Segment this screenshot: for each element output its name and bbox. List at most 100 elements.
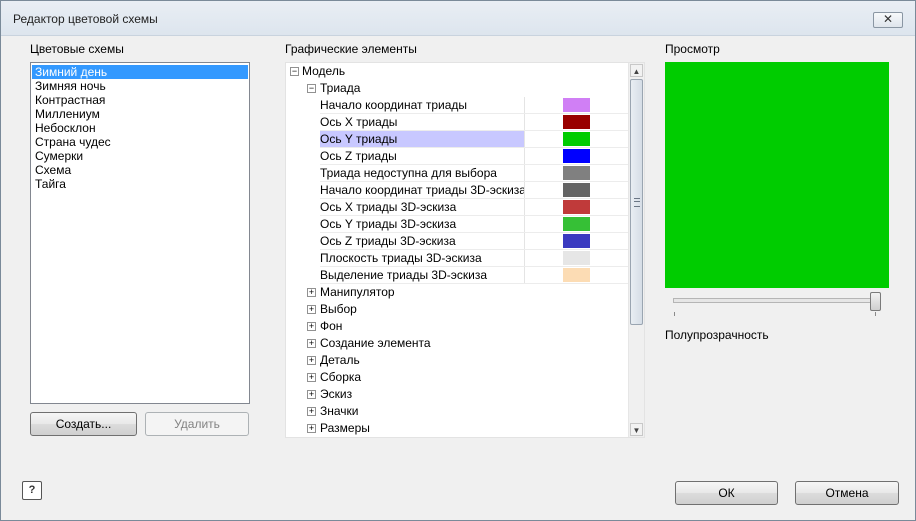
- tree-leaf-row[interactable]: Ось Z триады 3D-эскиза: [286, 233, 644, 250]
- tree-leaf-row[interactable]: Ось X триады: [286, 114, 644, 131]
- scheme-list-item[interactable]: Контрастная: [32, 93, 248, 107]
- tree-leaf-label: Ось Z триады: [320, 149, 397, 163]
- color-swatch[interactable]: [563, 98, 590, 112]
- color-swatch[interactable]: [563, 217, 590, 231]
- tree-node-label: Фон: [320, 319, 343, 333]
- tree-node-label: Значки: [320, 404, 359, 418]
- tree-node-collapsed[interactable]: + Сборка: [286, 369, 644, 386]
- tree-node-model[interactable]: − Модель: [286, 63, 644, 80]
- transparency-label: Полупрозрачность: [665, 328, 769, 342]
- collapse-icon[interactable]: −: [290, 67, 299, 76]
- column-separator: [524, 148, 525, 165]
- transparency-slider-track[interactable]: [673, 298, 881, 303]
- tree-leaf-label: Начало координат триады 3D-эскиза: [320, 183, 524, 197]
- expand-icon[interactable]: +: [307, 390, 316, 399]
- schemes-listbox[interactable]: Зимний день Зимняя ночь Контрастная Миллени…: [30, 62, 250, 404]
- column-separator: [524, 199, 525, 216]
- tree-node-collapsed[interactable]: + Эскиз: [286, 386, 644, 403]
- elements-label: Графические элементы: [285, 42, 417, 56]
- color-swatch[interactable]: [563, 268, 590, 282]
- title-bar: Редактор цветовой схемы ✕: [1, 1, 915, 36]
- color-swatch[interactable]: [563, 251, 590, 265]
- tree-node-label: Модель: [302, 64, 346, 78]
- tree-node-triad[interactable]: − Триада: [286, 80, 644, 97]
- ok-button[interactable]: ОК: [675, 481, 778, 505]
- tree-node-collapsed[interactable]: + Создание элемента: [286, 335, 644, 352]
- column-separator: [524, 114, 525, 131]
- expand-icon[interactable]: +: [307, 407, 316, 416]
- close-button[interactable]: ✕: [873, 12, 903, 28]
- tree-node-label: Выбор: [320, 302, 357, 316]
- expand-icon[interactable]: +: [307, 339, 316, 348]
- help-icon[interactable]: ?: [22, 481, 42, 500]
- color-scheme-editor-dialog: Редактор цветовой схемы ✕ Цветовые схемы…: [0, 0, 916, 521]
- column-separator: [524, 233, 525, 250]
- tree-node-collapsed[interactable]: + Фон: [286, 318, 644, 335]
- tree-leaf-row[interactable]: Ось Z триады: [286, 148, 644, 165]
- color-swatch[interactable]: [563, 132, 590, 146]
- expand-icon[interactable]: +: [307, 322, 316, 331]
- scheme-list-item[interactable]: Схема: [32, 163, 248, 177]
- tree-leaf-row[interactable]: Плоскость триады 3D-эскиза: [286, 250, 644, 267]
- scheme-list-item[interactable]: Тайга: [32, 177, 248, 191]
- expand-icon[interactable]: +: [307, 373, 316, 382]
- color-swatch[interactable]: [563, 200, 590, 214]
- tree-node-label: Деталь: [320, 353, 360, 367]
- tree-leaf-label: Начало координат триады: [320, 98, 468, 112]
- scheme-list-item[interactable]: Миллениум: [32, 107, 248, 121]
- tree-leaf-row[interactable]: Ось X триады 3D-эскиза: [286, 199, 644, 216]
- scheme-list-item[interactable]: Зимняя ночь: [32, 79, 248, 93]
- column-separator: [524, 250, 525, 267]
- color-swatch[interactable]: [563, 183, 590, 197]
- column-separator: [524, 182, 525, 199]
- slider-tick: [674, 312, 675, 316]
- color-swatch[interactable]: [563, 166, 590, 180]
- tree-scrollbar[interactable]: ▲ ▼: [628, 63, 644, 437]
- color-swatch[interactable]: [563, 149, 590, 163]
- scroll-down-icon[interactable]: ▼: [630, 423, 643, 436]
- tree-leaf-row[interactable]: Ось Y триады 3D-эскиза: [286, 216, 644, 233]
- tree-node-label: Создание элемента: [320, 336, 431, 350]
- tree-node-collapsed[interactable]: + Манипулятор: [286, 284, 644, 301]
- tree-node-label: Манипулятор: [320, 285, 395, 299]
- scroll-up-icon[interactable]: ▲: [630, 64, 643, 77]
- tree-node-collapsed[interactable]: + Значки: [286, 403, 644, 420]
- column-separator: [524, 165, 525, 182]
- tree-node-label: Эскиз: [320, 387, 353, 401]
- scheme-list-item[interactable]: Небосклон: [32, 121, 248, 135]
- expand-icon[interactable]: +: [307, 356, 316, 365]
- slider-tick: [875, 312, 876, 316]
- tree-leaf-row[interactable]: Триада недоступна для выбора: [286, 165, 644, 182]
- tree-node-collapsed[interactable]: + Размеры: [286, 420, 644, 437]
- create-button[interactable]: Создать...: [30, 412, 137, 436]
- tree-leaf-label: Ось Y триады 3D-эскиза: [320, 217, 457, 231]
- preview-label: Просмотр: [665, 42, 720, 56]
- tree-leaf-row[interactable]: Начало координат триады 3D-эскиза: [286, 182, 644, 199]
- column-separator: [524, 131, 525, 148]
- expand-icon[interactable]: +: [307, 288, 316, 297]
- tree-node-collapsed[interactable]: + Выбор: [286, 301, 644, 318]
- window-title: Редактор цветовой схемы: [13, 12, 158, 26]
- elements-tree[interactable]: − Модель − Триада Начало координат триад…: [285, 62, 645, 438]
- scroll-thumb[interactable]: [630, 79, 643, 325]
- color-swatch[interactable]: [563, 234, 590, 248]
- delete-button[interactable]: Удалить: [145, 412, 249, 436]
- scheme-list-item[interactable]: Страна чудес: [32, 135, 248, 149]
- tree-leaf-row[interactable]: Ось Y триады: [286, 131, 644, 148]
- tree-leaf-row[interactable]: Начало координат триады: [286, 97, 644, 114]
- preview-swatch: [665, 62, 889, 288]
- cancel-button[interactable]: Отмена: [795, 481, 899, 505]
- color-swatch[interactable]: [563, 115, 590, 129]
- tree-leaf-label: Триада недоступна для выбора: [320, 166, 497, 180]
- expand-icon[interactable]: +: [307, 305, 316, 314]
- tree-leaf-row[interactable]: Выделение триады 3D-эскиза: [286, 267, 644, 284]
- expand-icon[interactable]: +: [307, 424, 316, 433]
- tree-leaf-label: Выделение триады 3D-эскиза: [320, 268, 488, 282]
- tree-node-label: Триада: [320, 81, 361, 95]
- scheme-list-item[interactable]: Сумерки: [32, 149, 248, 163]
- collapse-icon[interactable]: −: [307, 84, 316, 93]
- tree-node-collapsed[interactable]: + Деталь: [286, 352, 644, 369]
- transparency-slider-thumb[interactable]: [870, 292, 881, 311]
- tree-leaf-label: Ось X триады 3D-эскиза: [320, 200, 457, 214]
- scheme-list-item[interactable]: Зимний день: [32, 65, 248, 79]
